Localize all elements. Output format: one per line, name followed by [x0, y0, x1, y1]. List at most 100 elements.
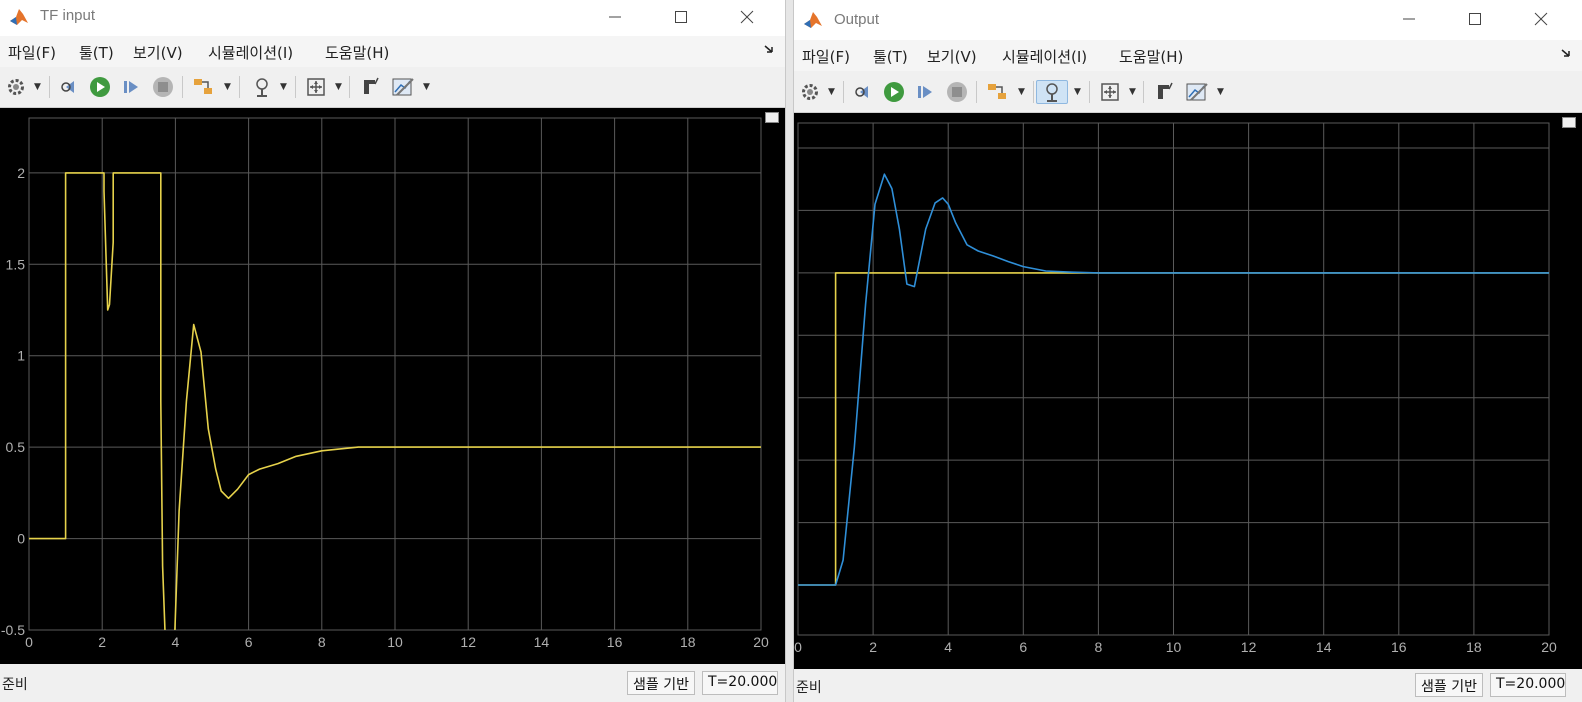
x-tick-label: 10: [387, 634, 403, 650]
maximize-button[interactable]: [658, 0, 704, 34]
settings-button[interactable]: [4, 75, 28, 99]
highlight-dropdown-icon[interactable]: ▼: [224, 80, 232, 94]
close-button[interactable]: [724, 0, 770, 34]
minimize-icon: [609, 16, 621, 18]
y-tick-label: 0: [17, 531, 25, 547]
highlight-signal-button[interactable]: [192, 75, 216, 99]
status-sim-time: T=20.000: [702, 671, 778, 695]
menu-view[interactable]: 보기(V): [133, 42, 183, 63]
menu-help[interactable]: 도움말(H): [1119, 46, 1183, 67]
step-forward-button[interactable]: [119, 75, 143, 99]
x-tick-label: 14: [1316, 639, 1332, 655]
step-back-button[interactable]: [852, 80, 876, 104]
fit-to-view-button[interactable]: [304, 75, 328, 99]
x-tick-label: 4: [172, 634, 180, 650]
x-tick-label: 12: [460, 634, 476, 650]
zoom-dropdown-icon[interactable]: ▼: [1074, 85, 1082, 99]
scope-window-output: Output 파일(F) 툴(T) 보기(V) 시뮬레이션(I) 도움말(H) …: [793, 0, 1582, 702]
fit-to-view-button[interactable]: [1098, 80, 1122, 104]
gear-icon: [8, 79, 24, 95]
triggers-button[interactable]: [1185, 80, 1209, 104]
title-bar[interactable]: Output: [794, 0, 1582, 40]
fit-dropdown-icon[interactable]: ▼: [1129, 85, 1137, 99]
zoom-button[interactable]: [1036, 80, 1068, 104]
minimize-button[interactable]: [1386, 2, 1432, 36]
restore-layout-button[interactable]: [1562, 117, 1576, 128]
title-bar[interactable]: TF input: [0, 0, 785, 36]
stop-button[interactable]: [151, 75, 175, 99]
settings-button[interactable]: [798, 80, 822, 104]
triggers-dropdown-icon[interactable]: ▼: [423, 80, 431, 94]
run-button[interactable]: [88, 75, 112, 99]
cursor-measure-icon: [364, 77, 379, 94]
zoom-icon: [256, 78, 268, 97]
step-back-button[interactable]: [58, 75, 82, 99]
step-forward-icon: [918, 86, 932, 98]
menu-file[interactable]: 파일(F): [8, 42, 56, 63]
menu-file[interactable]: 파일(F): [802, 46, 850, 67]
y-tick-label: 2: [17, 165, 25, 181]
status-ready: 준비: [796, 680, 822, 696]
highlight-signal-button[interactable]: [986, 80, 1010, 104]
menu-bar: 파일(F) 툴(T) 보기(V) 시뮬레이션(I) 도움말(H): [0, 36, 785, 67]
x-tick-label: 14: [534, 634, 550, 650]
toolbar: ▼ ▼ ▼ ▼ ▼: [794, 72, 1582, 113]
triggers-dropdown-icon[interactable]: ▼: [1217, 85, 1225, 99]
zoom-icon: [1046, 83, 1058, 102]
x-tick-label: 8: [1095, 639, 1103, 655]
settings-dropdown-icon[interactable]: ▼: [828, 85, 836, 99]
collapse-toolstrip-icon[interactable]: [1560, 46, 1576, 62]
close-icon: [740, 10, 754, 24]
menu-simulation[interactable]: 시뮬레이션(I): [1002, 46, 1087, 67]
menu-help[interactable]: 도움말(H): [325, 42, 389, 63]
x-tick-label: 0: [25, 634, 33, 650]
x-tick-label: 0: [794, 639, 802, 655]
close-icon: [1534, 12, 1548, 26]
scope-plot: 0 2 4 6 8 10 12 14 16 18 20-0.500.511.52: [1, 117, 769, 650]
x-tick-label: 6: [1019, 639, 1027, 655]
minimize-icon: [1403, 18, 1415, 20]
fit-dropdown-icon[interactable]: ▼: [335, 80, 343, 94]
y-tick-label: 1: [17, 348, 25, 364]
menu-bar: 파일(F) 툴(T) 보기(V) 시뮬레이션(I) 도움말(H): [794, 40, 1582, 71]
menu-tools[interactable]: 툴(T): [873, 46, 908, 67]
x-tick-label: 6: [245, 634, 253, 650]
maximize-button[interactable]: [1452, 2, 1498, 36]
x-tick-label: 10: [1166, 639, 1182, 655]
highlight-signal-icon: [194, 79, 212, 94]
scope-display[interactable]: 0 2 4 6 8 10 12 14 16 18 20 -0.5 0 0.5 1 1.5 2: [0, 108, 785, 664]
cursor-measure-icon: [1158, 82, 1173, 99]
menu-tools[interactable]: 툴(T): [79, 42, 114, 63]
minimize-button[interactable]: [592, 0, 638, 34]
status-sample-based: 샘플 기반: [627, 671, 695, 695]
cursor-measure-button[interactable]: [1152, 80, 1176, 104]
step-forward-button[interactable]: [913, 80, 937, 104]
close-button[interactable]: [1518, 2, 1564, 36]
cursor-measure-button[interactable]: [358, 75, 382, 99]
menu-simulation[interactable]: 시뮬레이션(I): [208, 42, 293, 63]
highlight-dropdown-icon[interactable]: ▼: [1018, 85, 1026, 99]
run-button[interactable]: [882, 80, 906, 104]
status-sample-based: 샘플 기반: [1415, 673, 1483, 697]
settings-dropdown-icon[interactable]: ▼: [34, 80, 42, 94]
x-tick-label: 2: [869, 639, 877, 655]
triggers-icon: [1186, 83, 1208, 101]
run-icon: [884, 82, 904, 102]
scope-display[interactable]: 0246810121416182001234567: [794, 113, 1582, 669]
toolbar: ▼ ▼ ▼ ▼ ▼: [0, 67, 785, 108]
zoom-button[interactable]: [250, 75, 274, 99]
y-tick-label: -0.5: [1, 622, 25, 638]
menu-view[interactable]: 보기(V): [927, 46, 977, 67]
fit-to-view-icon: [1101, 83, 1119, 101]
step-forward-icon: [124, 81, 138, 93]
stop-icon: [153, 77, 173, 97]
collapse-toolstrip-icon[interactable]: [763, 42, 779, 58]
y-tick-label: 1.5: [6, 256, 26, 272]
window-title: Output: [834, 11, 880, 28]
triggers-button[interactable]: [391, 75, 415, 99]
step-back-icon: [61, 81, 74, 93]
stop-button[interactable]: [945, 80, 969, 104]
zoom-dropdown-icon[interactable]: ▼: [280, 80, 288, 94]
stop-icon: [947, 82, 967, 102]
restore-layout-button[interactable]: [765, 112, 779, 123]
